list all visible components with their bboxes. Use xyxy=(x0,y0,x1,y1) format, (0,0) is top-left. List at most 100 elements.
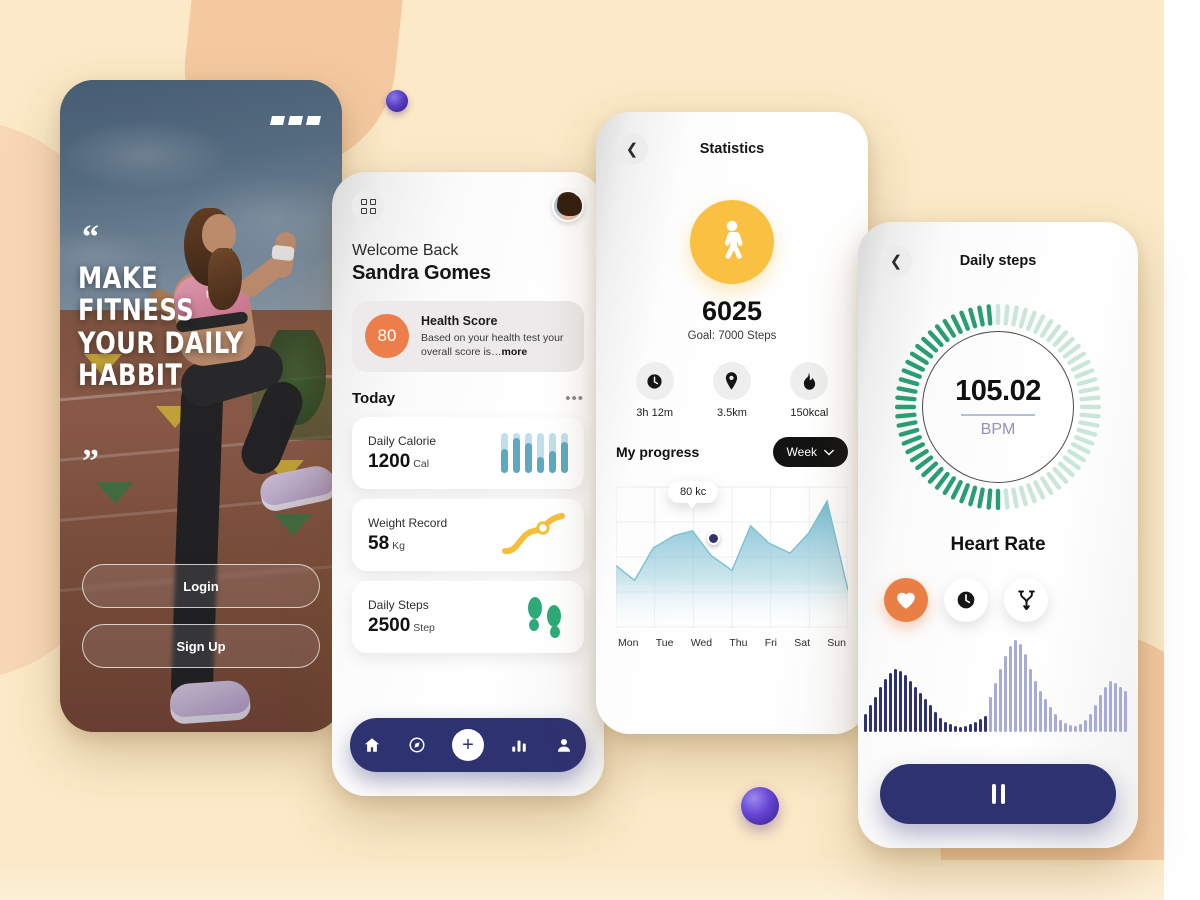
gauge-tick xyxy=(927,330,944,348)
wave-bar xyxy=(969,723,972,732)
user-name: Sandra Gomes xyxy=(352,262,491,284)
flame-icon xyxy=(790,362,829,400)
stats-icon[interactable] xyxy=(510,736,528,754)
range-selector[interactable]: Week xyxy=(772,437,848,467)
calorie-bar xyxy=(549,433,556,474)
health-score-value: 80 xyxy=(365,314,409,358)
gauge-tick xyxy=(1018,485,1028,507)
chart-x-axis: Mon Tue Wed Thu Fri Sat Sun xyxy=(616,637,848,649)
gauge-tick xyxy=(921,336,939,353)
health-score-more-link[interactable]: more xyxy=(502,346,528,358)
footprints-icon xyxy=(528,597,561,639)
bpm-unit: BPM xyxy=(980,420,1016,438)
wave-bar xyxy=(1069,724,1072,732)
daily-steps-card[interactable]: Daily Steps 2500 Step xyxy=(352,581,584,654)
statistics-title: Statistics xyxy=(699,141,765,157)
gauge-tick xyxy=(942,476,956,496)
health-score-text: Based on your health test your overall s… xyxy=(421,332,564,359)
gauge-tick xyxy=(896,420,918,428)
gauge-tick xyxy=(898,427,920,437)
plus-icon[interactable]: + xyxy=(451,729,484,761)
gauge-tick xyxy=(1079,412,1101,419)
wave-bar xyxy=(914,687,917,732)
quote-open-mark: “ xyxy=(82,219,99,256)
pulse-waveform xyxy=(864,636,1132,732)
profile-icon[interactable] xyxy=(555,736,573,754)
login-button[interactable]: Login xyxy=(82,564,320,608)
wave-bar xyxy=(1114,682,1117,732)
wave-bar xyxy=(939,717,942,732)
grid-menu-icon[interactable] xyxy=(352,190,384,222)
daily-steps-value: 2500 xyxy=(368,614,411,636)
weight-record-card[interactable]: Weight Record 58 Kg xyxy=(352,499,584,572)
gauge-tick xyxy=(1079,395,1101,402)
health-score-card[interactable]: 80 Health Score Based on your health tes… xyxy=(352,301,584,373)
metrics-row: 3h 12m 3.5km 150kcal xyxy=(616,362,848,419)
gauge-tick xyxy=(905,442,925,455)
walking-person-icon xyxy=(690,200,774,284)
gauge-tick xyxy=(1074,435,1095,446)
pause-button[interactable] xyxy=(880,764,1116,824)
x-axis-tick: Thu xyxy=(729,637,748,649)
wave-bar xyxy=(1059,719,1062,732)
daily-calorie-card[interactable]: Daily Calorie 1200 Cal xyxy=(352,417,584,490)
headline-line-1: MAKE xyxy=(78,261,159,295)
signup-button[interactable]: Sign Up xyxy=(82,624,320,668)
wave-bar xyxy=(949,723,952,732)
gauge-tick xyxy=(1078,386,1100,394)
wave-bar xyxy=(1049,707,1052,732)
gauge-tick xyxy=(895,395,917,402)
daily-calorie-value: 1200 xyxy=(368,450,411,472)
metric-calories-label: 150kcal xyxy=(790,407,829,419)
wave-bar xyxy=(1124,691,1127,732)
wave-bar xyxy=(874,697,877,732)
welcome-greeting: Welcome Back xyxy=(352,242,459,259)
wave-bar xyxy=(994,682,997,732)
heart-icon[interactable] xyxy=(884,578,928,622)
daily-calorie-unit: Cal xyxy=(413,457,430,470)
health-score-description: Based on your health test your overall s… xyxy=(421,331,571,359)
wave-bar xyxy=(1034,680,1037,732)
wave-bar xyxy=(1109,680,1112,732)
gauge-tick xyxy=(934,471,950,490)
gauge-tick xyxy=(1003,304,1010,326)
calorie-bar xyxy=(501,433,508,474)
metric-distance[interactable]: 3.5km xyxy=(712,362,751,419)
ellipsis-icon[interactable]: ••• xyxy=(565,390,584,407)
headline-line-3: YOUR DAILY xyxy=(78,325,244,360)
gauge-tick xyxy=(942,318,956,338)
avatar[interactable] xyxy=(552,190,584,222)
mockup-stage: NIKE “ MAKE FITNESS YOUR DAILY HABBIT ” … xyxy=(0,0,1200,900)
heart-rate-actions xyxy=(880,578,1116,622)
gauge-tick xyxy=(950,479,963,500)
wave-bar xyxy=(1104,687,1107,732)
calorie-bar xyxy=(537,433,544,474)
wave-bar xyxy=(1004,656,1007,732)
gauge-tick xyxy=(977,305,985,327)
gauge-tick xyxy=(1011,487,1019,509)
compass-icon[interactable] xyxy=(408,736,426,754)
headline-line-2: FITNESS xyxy=(78,293,195,328)
daily-steps-title: Daily steps xyxy=(959,253,1037,269)
gauge-tick xyxy=(921,461,939,478)
gauge-tick xyxy=(1070,442,1091,455)
phone-dashboard-screen: Welcome Back Sandra Gomes 80 Health Scor… xyxy=(332,172,604,796)
bpm-divider xyxy=(961,414,1035,416)
wave-bar xyxy=(1099,695,1102,732)
gauge-tick xyxy=(977,487,985,509)
calorie-bar xyxy=(525,433,532,474)
daily-calorie-label: Daily Calorie xyxy=(368,433,437,448)
gauge-tick xyxy=(1062,343,1081,359)
wave-bar xyxy=(964,725,967,732)
metric-calories[interactable]: 150kcal xyxy=(790,362,829,419)
home-icon[interactable] xyxy=(363,736,381,754)
gauge-tick xyxy=(1076,427,1098,437)
gauge-tick xyxy=(1078,420,1100,428)
gauge-tick xyxy=(915,343,934,359)
branch-icon[interactable] xyxy=(1004,578,1048,622)
daily-steps-label: Daily Steps xyxy=(368,597,429,612)
gauge-tick xyxy=(959,310,970,331)
metric-duration[interactable]: 3h 12m xyxy=(635,362,674,419)
clock-icon[interactable] xyxy=(944,578,988,622)
chart-highlight-dot[interactable] xyxy=(707,532,720,545)
